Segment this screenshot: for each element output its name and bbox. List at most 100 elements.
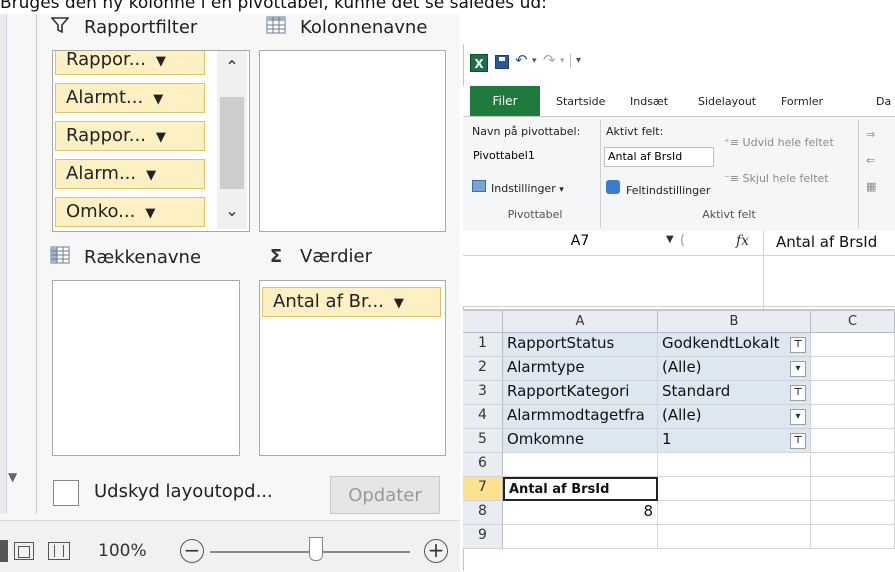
dropdown-arrow-icon[interactable]: ▼ — [153, 92, 163, 107]
name-box[interactable]: A7 — [500, 233, 660, 249]
dropdown-arrow-icon[interactable]: ▼ — [156, 54, 166, 69]
column-header-b[interactable]: B — [658, 311, 811, 333]
group-selection-icon[interactable]: ▦ — [866, 180, 876, 193]
filter-field-chip[interactable]: Alarmt... ▼ — [55, 83, 205, 113]
save-icon[interactable] — [495, 55, 509, 69]
cell-c[interactable] — [811, 405, 895, 429]
row-labels-zone[interactable] — [52, 280, 240, 456]
filter-field-chip[interactable]: Omko... ▼ — [55, 197, 205, 227]
cell-b[interactable] — [658, 525, 811, 549]
name-box-dropdown-icon[interactable]: ▼ — [666, 234, 674, 245]
scrollbar-thumb[interactable] — [220, 97, 244, 189]
row-header[interactable]: 2 — [463, 357, 503, 381]
report-filter-zone[interactable]: Rappor... ▼ Alarmt... ▼ Rappor... ▼ Alarm..… — [52, 50, 250, 232]
cell-c[interactable] — [811, 501, 895, 525]
cell-a[interactable]: 8 — [503, 501, 658, 525]
row-header[interactable]: 4 — [463, 405, 503, 429]
tab-sidelayout[interactable]: Sidelayout — [698, 95, 756, 108]
worksheet-grid[interactable]: A B C 1 RapportStatus GodkendtLokalt ⊤ 2 Alar… — [463, 311, 895, 571]
scroll-down-icon[interactable]: ▼ — [8, 470, 17, 484]
filter-field-chip[interactable]: Rappor... ▼ — [55, 51, 205, 75]
dropdown-arrow-icon[interactable]: ▼ — [146, 168, 156, 183]
cell-b[interactable]: (Alle) — [658, 405, 811, 429]
zoom-in-button[interactable]: + — [424, 539, 448, 563]
select-all-corner[interactable] — [463, 311, 503, 333]
column-header-c[interactable]: C — [811, 311, 895, 333]
tab-formler[interactable]: Formler — [781, 95, 823, 108]
filter-field-chip[interactable]: Alarm... ▼ — [55, 159, 205, 189]
scroll-up-icon[interactable]: ⌃ — [217, 57, 247, 76]
cell-c[interactable] — [811, 381, 895, 405]
cell-c[interactable] — [811, 333, 895, 357]
zoom-slider-thumb[interactable] — [309, 537, 323, 561]
pivot-name-input[interactable]: Pivottabel1 — [470, 147, 596, 167]
cell-a[interactable]: Antal af BrsId — [503, 477, 658, 501]
update-button[interactable]: Opdater — [330, 476, 440, 514]
row-header[interactable]: 1 — [463, 333, 503, 357]
scroll-down-icon[interactable]: ⌄ — [217, 201, 247, 220]
undo-dropdown-icon[interactable]: ▾ — [532, 56, 537, 66]
field-settings-icon[interactable] — [606, 180, 620, 194]
filter-field-chip[interactable]: Rappor... ▼ — [55, 121, 205, 151]
dropdown-filter-icon[interactable]: ▾ — [790, 361, 806, 377]
cell-a[interactable]: RapportKategori — [503, 381, 658, 405]
customize-toolbar-icon[interactable]: ▾ — [576, 55, 581, 66]
cell-c[interactable] — [811, 429, 895, 453]
cell-b[interactable]: (Alle) — [658, 357, 811, 381]
active-field-input[interactable]: Antal af BrsId — [604, 147, 714, 167]
active-filter-icon[interactable]: ⊤ — [790, 433, 806, 449]
options-button[interactable]: Indstillinger ▾ — [491, 182, 564, 195]
normal-view-icon[interactable] — [0, 540, 8, 562]
redo-dropdown-icon[interactable]: ▾ — [560, 56, 565, 66]
cell-a[interactable]: Omkomne — [503, 429, 658, 453]
row-header[interactable]: 3 — [463, 381, 503, 405]
collapse-field-button[interactable]: ⁻≡ Skjul hele feltet — [724, 172, 829, 185]
tab-data[interactable]: Da — [876, 95, 891, 108]
dropdown-arrow-icon[interactable]: ▼ — [145, 206, 155, 221]
cell-a[interactable]: RapportStatus — [503, 333, 658, 357]
defer-layout-checkbox[interactable] — [53, 480, 79, 506]
cell-c[interactable] — [811, 357, 895, 381]
active-filter-icon[interactable]: ⊤ — [790, 385, 806, 401]
page-break-view-icon[interactable] — [48, 542, 70, 560]
group-field-icon[interactable]: ⇒ — [866, 128, 875, 141]
tab-file[interactable]: Filer — [470, 86, 540, 116]
dropdown-filter-icon[interactable]: ▾ — [790, 409, 806, 425]
cell-b[interactable] — [658, 453, 811, 477]
cell-b[interactable]: Standard — [658, 381, 811, 405]
row-header[interactable]: 7 — [463, 477, 503, 501]
value-field-chip[interactable]: Antal af Br... ▼ — [262, 287, 441, 317]
values-zone[interactable]: Antal af Br... ▼ — [259, 280, 446, 456]
cell-b[interactable] — [658, 477, 811, 501]
field-settings-button[interactable]: Feltindstillinger — [626, 184, 710, 197]
row-header[interactable]: 5 — [463, 429, 503, 453]
formula-content[interactable]: Antal af BrsId — [776, 233, 877, 251]
row-header[interactable]: 6 — [463, 453, 503, 477]
cell-a[interactable]: Alarmtype — [503, 357, 658, 381]
zoom-out-button[interactable]: − — [180, 539, 204, 563]
column-header-a[interactable]: A — [503, 311, 658, 333]
cell-a[interactable]: Alarmmodtagetfra — [503, 405, 658, 429]
page-layout-view-icon[interactable] — [14, 542, 34, 560]
cell-c[interactable] — [811, 453, 895, 477]
excel-logo-icon[interactable]: X — [470, 54, 488, 72]
row-header[interactable]: 9 — [463, 525, 503, 549]
options-icon[interactable] — [472, 180, 486, 192]
cell-a[interactable] — [503, 525, 658, 549]
row-header[interactable]: 8 — [463, 501, 503, 525]
dropdown-arrow-icon[interactable]: ▼ — [394, 296, 404, 311]
insert-function-icon[interactable]: fx — [736, 233, 749, 249]
ungroup-icon[interactable]: ⇐ — [866, 154, 875, 167]
cell-b[interactable]: GodkendtLokalt — [658, 333, 811, 357]
expand-field-button[interactable]: ⁺≡ Udvid hele feltet — [724, 136, 834, 149]
column-labels-zone[interactable] — [259, 50, 446, 232]
filter-zone-scrollbar[interactable]: ⌃ ⌄ — [217, 51, 247, 229]
tab-startside[interactable]: Startside — [556, 95, 605, 108]
active-filter-icon[interactable]: ⊤ — [790, 337, 806, 353]
cell-c[interactable] — [811, 477, 895, 501]
cell-c[interactable] — [811, 525, 895, 549]
redo-icon[interactable]: ↷ — [543, 51, 556, 69]
tab-indsaet[interactable]: Indsæt — [630, 95, 668, 108]
undo-icon[interactable]: ↶ — [515, 51, 528, 69]
cell-b[interactable] — [658, 501, 811, 525]
